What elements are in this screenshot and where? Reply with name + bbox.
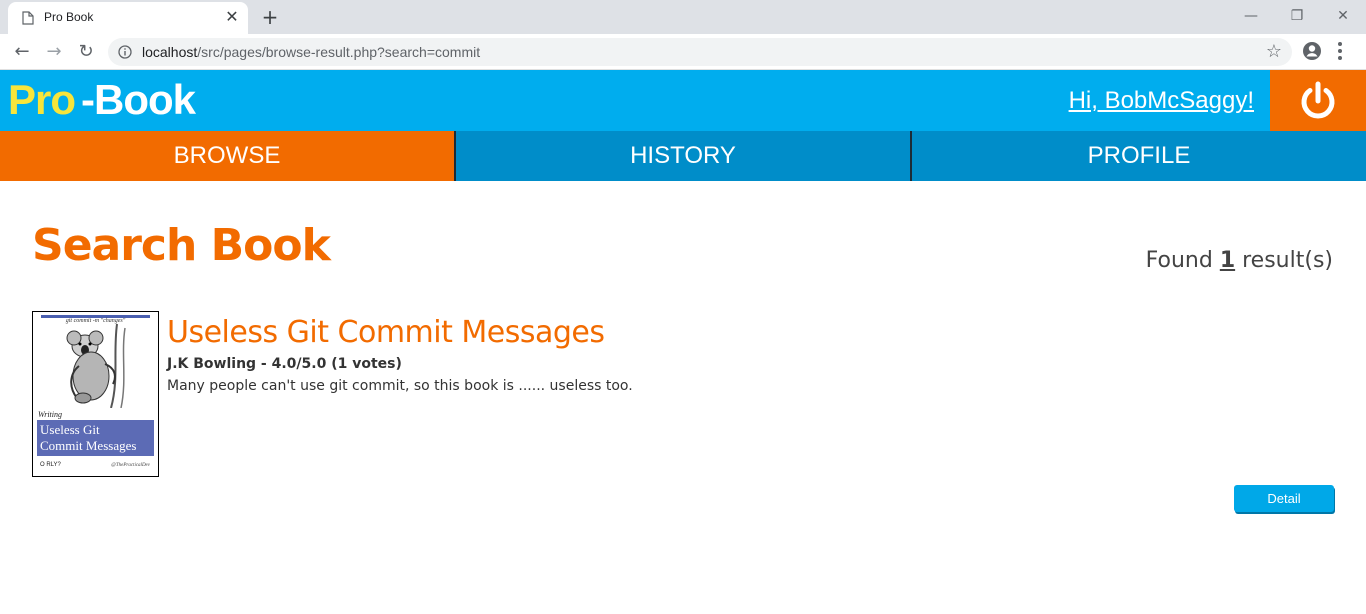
logo-pro: Pro bbox=[8, 76, 76, 123]
book-cover: git commit -m "changes" Writing Useless … bbox=[32, 311, 159, 477]
tab-profile[interactable]: Profile bbox=[910, 131, 1366, 181]
book-result-item: git commit -m "changes" Writing Useless … bbox=[32, 311, 1334, 511]
browser-menu-icon[interactable] bbox=[1336, 42, 1344, 63]
app-header: Pro -Book Hi, BobMcSaggy! bbox=[0, 70, 1366, 131]
cover-title-line2: Commit Messages bbox=[40, 438, 137, 453]
logo-book: -Book bbox=[81, 76, 196, 123]
book-title: Useless Git Commit Messages bbox=[167, 315, 605, 350]
cover-handle: @ThePracticalDev bbox=[111, 463, 150, 468]
new-tab-button[interactable]: + bbox=[258, 5, 282, 29]
user-greeting-link[interactable]: Hi, BobMcSaggy! bbox=[1069, 87, 1254, 115]
cover-title-line1: Useless Git bbox=[40, 422, 100, 437]
result-count: Found 1 result(s) bbox=[1146, 248, 1333, 273]
logo[interactable]: Pro -Book bbox=[8, 76, 196, 124]
page-icon bbox=[22, 10, 34, 29]
reload-button[interactable]: ↻ bbox=[74, 40, 98, 64]
forward-button[interactable]: → bbox=[42, 40, 66, 64]
url-path: /src/pages/browse-result.php?search=comm… bbox=[197, 44, 481, 60]
account-icon[interactable] bbox=[1302, 41, 1322, 65]
browser-tab[interactable]: Pro Book ✕ bbox=[8, 2, 248, 34]
tab-browse[interactable]: Browse bbox=[0, 131, 454, 181]
browser-tabstrip: Pro Book ✕ + — ❐ ✕ bbox=[0, 0, 1366, 34]
found-count: 1 bbox=[1219, 248, 1236, 273]
tab-title: Pro Book bbox=[44, 10, 94, 24]
book-meta: J.K Bowling - 4.0/5.0 (1 votes) bbox=[167, 356, 402, 372]
url-text[interactable]: localhost/src/pages/browse-result.php?se… bbox=[142, 44, 480, 60]
tab-history[interactable]: History bbox=[454, 131, 910, 181]
info-icon[interactable] bbox=[118, 44, 132, 63]
koala-illustration-icon bbox=[66, 324, 126, 408]
main-nav: Browse History Profile bbox=[0, 131, 1366, 181]
power-icon bbox=[1301, 81, 1335, 118]
tab-close-icon[interactable]: ✕ bbox=[224, 9, 240, 25]
address-bar[interactable]: localhost/src/pages/browse-result.php?se… bbox=[108, 38, 1292, 66]
detail-button[interactable]: Detail bbox=[1234, 485, 1334, 512]
logout-button[interactable] bbox=[1270, 70, 1366, 131]
found-suffix: result(s) bbox=[1242, 248, 1333, 273]
cover-writing-label: Writing bbox=[38, 410, 63, 419]
minimize-button[interactable]: — bbox=[1228, 4, 1274, 28]
window-close-button[interactable]: ✕ bbox=[1320, 4, 1366, 28]
restore-button[interactable]: ❐ bbox=[1274, 4, 1320, 28]
browser-toolbar: ← → ↻ localhost/src/pages/browse-result.… bbox=[0, 34, 1366, 70]
cover-publisher: O RLY? bbox=[40, 462, 61, 468]
url-host: localhost bbox=[142, 44, 198, 60]
page-title: Search Book bbox=[32, 220, 331, 271]
back-button[interactable]: ← bbox=[10, 40, 34, 64]
book-description: Many people can't use git commit, so thi… bbox=[167, 378, 633, 394]
cover-title-box: Useless Git Commit Messages bbox=[37, 420, 154, 456]
bookmark-star-icon[interactable]: ☆ bbox=[1266, 42, 1282, 62]
found-prefix: Found bbox=[1145, 248, 1213, 273]
